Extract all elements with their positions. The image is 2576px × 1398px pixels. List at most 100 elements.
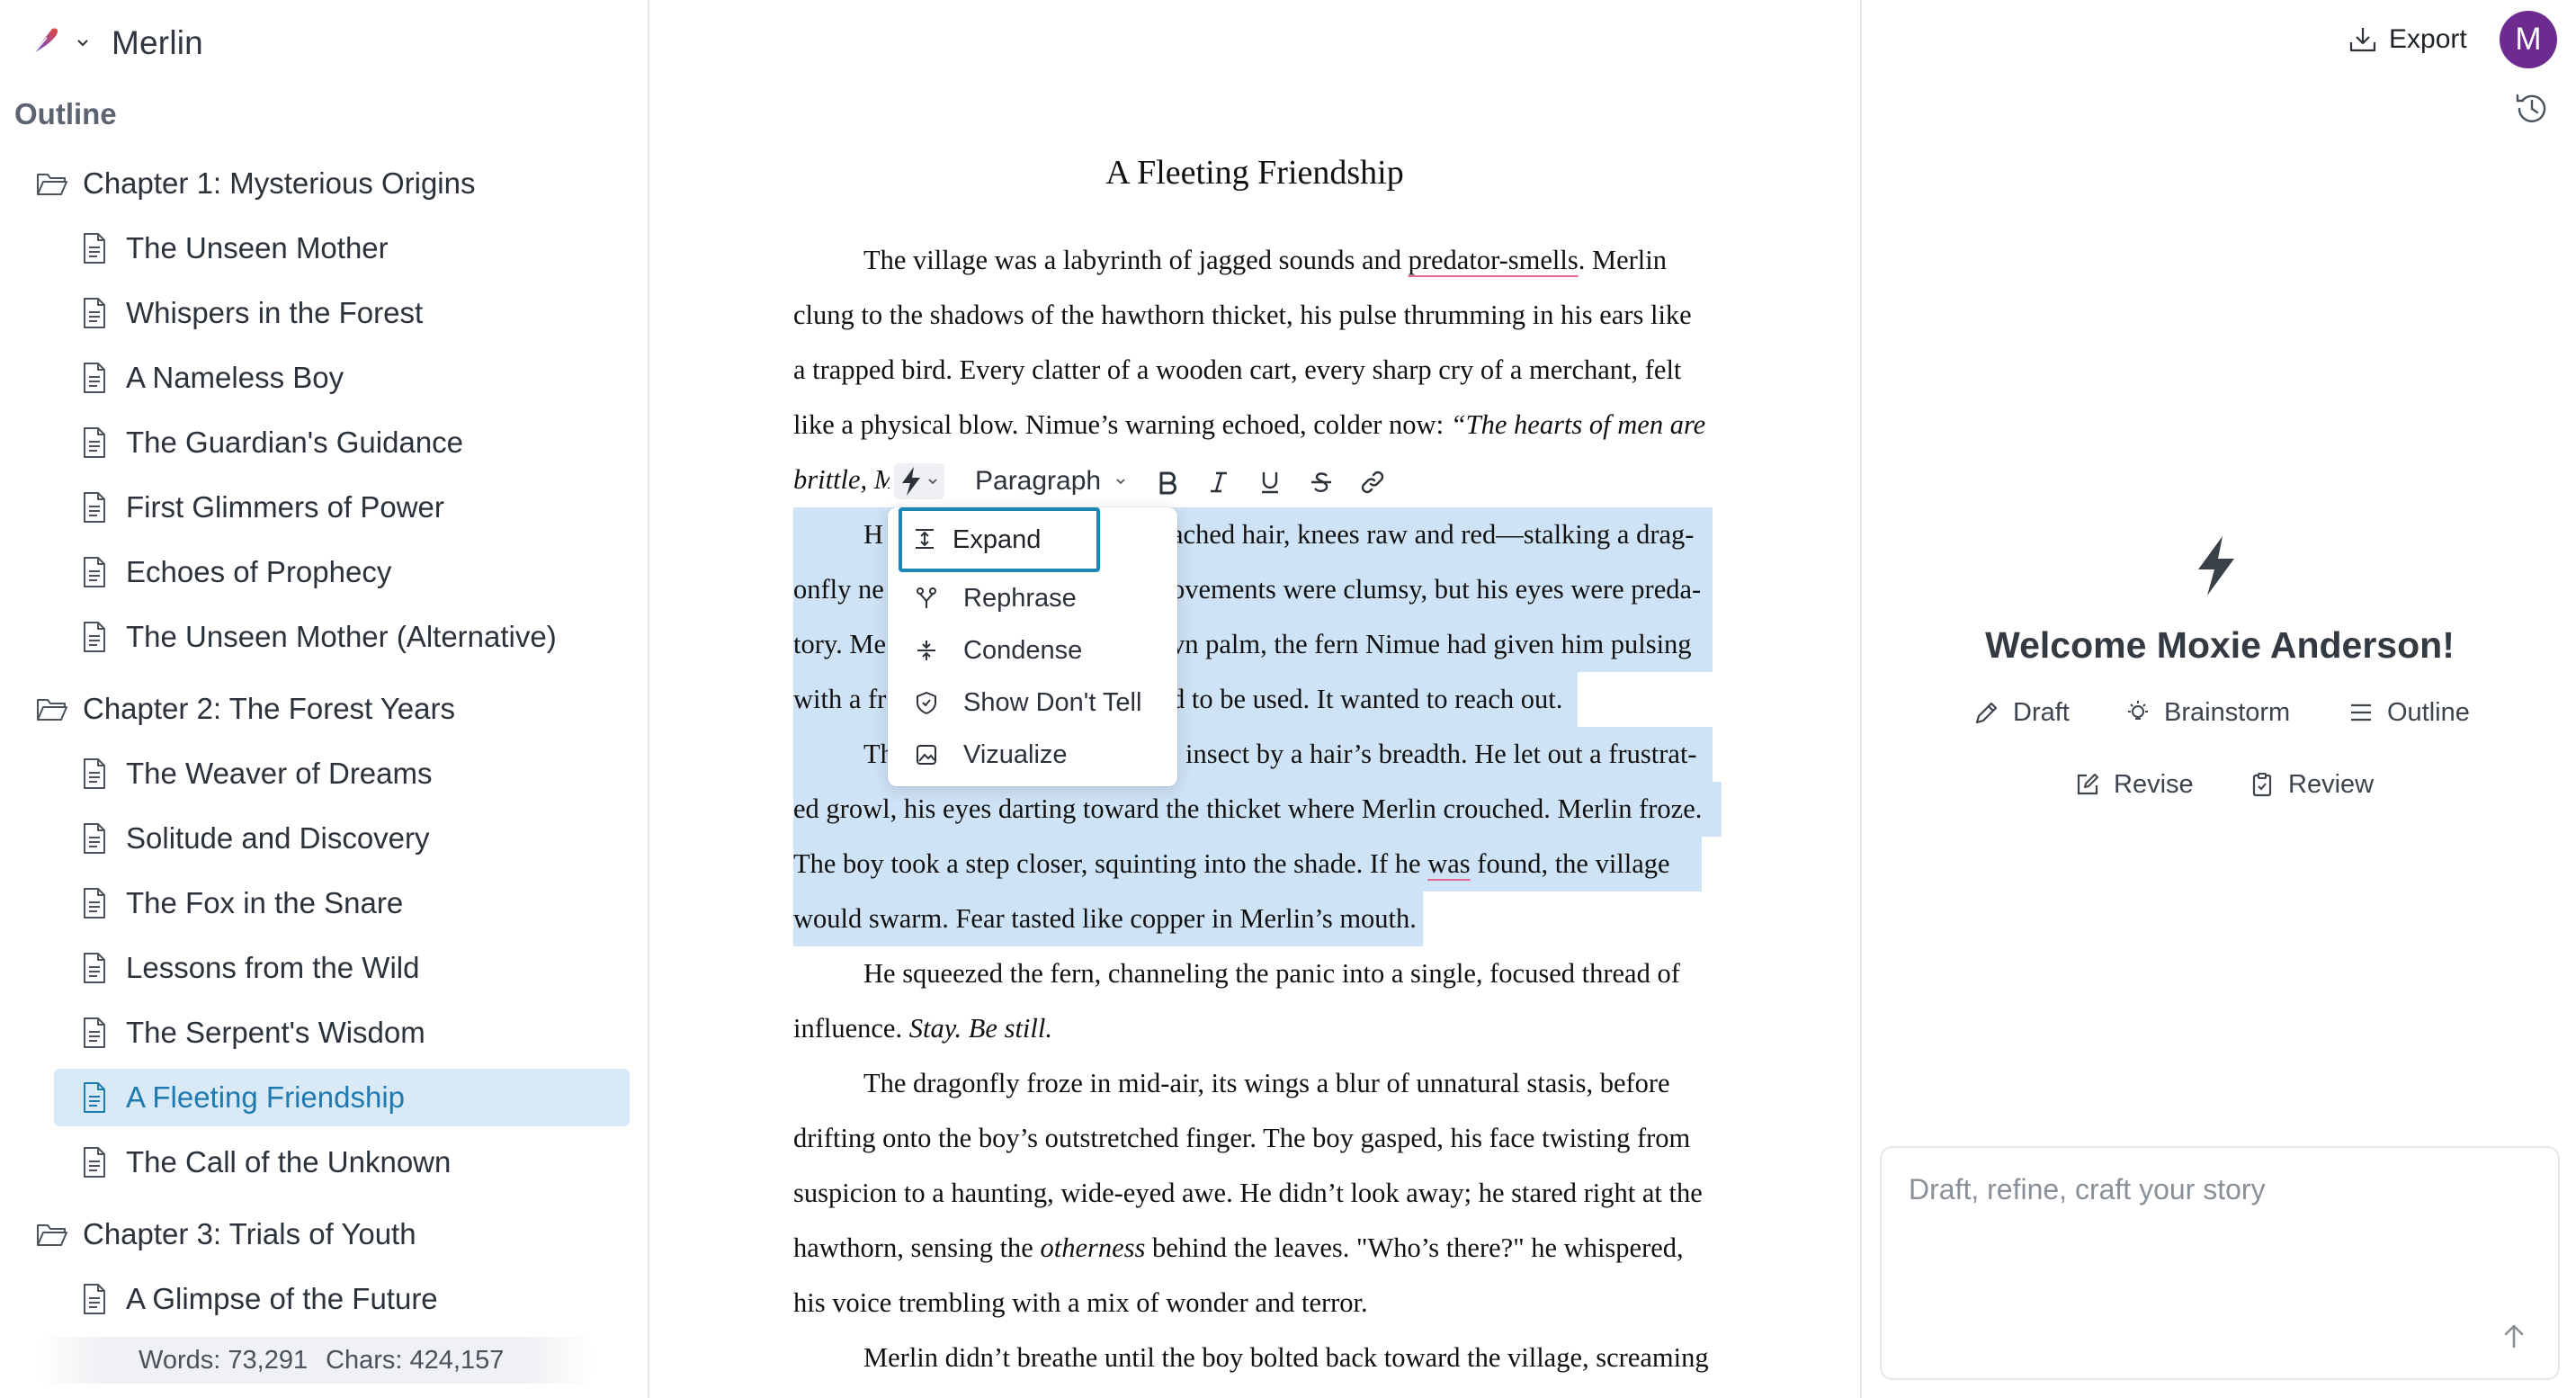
lightning-icon [2198,536,2234,596]
text-line[interactable]: The dragonfly froze in mid-air, its wing… [863,1056,1670,1111]
mode-brainstorm-button[interactable]: Brainstorm [2124,693,2290,732]
scene-item[interactable]: First Glimmers of Power [0,479,649,536]
text-line[interactable]: Merlin didn’t breathe until the boy bolt… [863,1331,1709,1385]
scene-item[interactable]: The Unseen Mother (Alternative) [0,608,649,666]
folder-open-icon [37,1224,67,1246]
text-line[interactable]: like a physical blow. Nimue’s warning ec… [793,398,1705,453]
text-line[interactable]: a trapped bird. Every clatter of a woode… [793,343,1681,398]
condense-icon [917,641,935,660]
menu-item-show-dont-tell[interactable]: Show Don't Tell [900,677,1165,729]
scene-title: Solitude and Discovery [126,821,430,855]
format-toolbar: Paragraph [890,456,1393,506]
text-line[interactable]: The village was a labyrinth of jagged so… [863,233,1667,288]
scene-item[interactable]: Echoes of Prophecy [0,543,649,601]
mode-review-button[interactable]: Review [2249,765,2374,804]
block-type-select[interactable]: Paragraph [975,463,1128,499]
mode-draft-button[interactable]: Draft [1973,693,2070,732]
user-avatar[interactable]: M [2500,11,2557,68]
document-icon [84,953,105,983]
text-line[interactable]: his voice trembling with a mix of wonder… [793,1276,1368,1331]
text-run: vn palm, the fern Nimue had given him pu… [1171,629,1692,659]
scene-title: Echoes of Prophecy [126,555,392,588]
underline-icon [1262,472,1278,494]
text-line[interactable]: clung to the shadows of the hawthorn thi… [793,288,1692,343]
text-line[interactable]: suspicion to a haunting, wide-eyed awe. … [793,1166,1703,1221]
document-icon [84,1284,105,1314]
text-line[interactable]: brittle, M [793,453,897,507]
expand-icon [916,529,934,549]
strikethrough-button[interactable] [1305,466,1337,498]
selected-line[interactable]: would swarm. Fear tasted like copper in … [793,892,1423,946]
download-icon [2349,28,2376,52]
prompt-input[interactable] [1909,1173,2520,1206]
text-run: ached hair, knees raw and red—stalking a… [1171,519,1695,550]
scene-item[interactable]: Whispers in the Forest [0,284,649,342]
editor-pane[interactable]: A Fleeting Friendship The village was a … [651,0,1858,1398]
scene-item-active[interactable]: A Fleeting Friendship [0,1069,649,1126]
scene-item[interactable]: The Call of the Unknown [0,1134,649,1191]
export-button[interactable]: Export [2348,18,2467,61]
italic-run: “The hearts of men are [1450,409,1706,440]
mode-label: Outline [2387,697,2470,727]
export-label: Export [2389,24,2467,54]
menu-item-vizualize[interactable]: Vizualize [900,729,1165,781]
document-icon [84,1147,105,1178]
document-icon [84,622,105,652]
scene-item[interactable]: A Glimpse of the Future [0,1270,649,1328]
folder-open-icon [37,174,67,195]
scene-title: The Guardian's Guidance [126,426,464,459]
text-line[interactable]: He squeezed the fern, channeling the pan… [863,946,1680,1001]
scene-item[interactable]: The Serpent's Wisdom [0,1004,649,1062]
menu-item-condense[interactable]: Condense [900,624,1165,677]
image-icon [917,745,936,765]
selected-line[interactable]: ed growl, his eyes darting toward the th… [793,782,1722,837]
selected-line[interactable]: The boy took a step closer, squinting in… [793,837,1702,892]
mode-outline-button[interactable]: Outline [2348,693,2470,732]
chevron-down-icon[interactable] [74,34,92,52]
menu-item-label: Condense [963,635,1083,665]
edit-square-icon [2077,774,2098,795]
scene-item[interactable]: The Guardian's Guidance [0,414,649,471]
italic-run: otherness [1040,1232,1146,1263]
scene-item[interactable]: The Weaver of Dreams [0,745,649,802]
send-button[interactable] [2493,1315,2535,1357]
app-brand[interactable]: Merlin [20,16,203,70]
chapter-item[interactable]: Chapter 1: Mysterious Origins [0,155,649,212]
word-count: Words: 73,291 [139,1345,309,1375]
history-icon[interactable] [2513,90,2551,128]
text-run: with a fr [793,684,887,714]
italic-button[interactable] [1203,466,1235,498]
shield-icon [917,692,936,714]
ai-actions-button[interactable] [894,463,944,499]
underline-button[interactable] [1254,466,1286,498]
app-name: Merlin [112,24,203,61]
mode-revise-button[interactable]: Revise [2074,765,2194,804]
document-title[interactable]: A Fleeting Friendship [651,153,1858,193]
text-run: onfly ne [793,574,884,605]
scene-item[interactable]: The Fox in the Snare [0,874,649,932]
text-line[interactable]: drifting onto the boy’s outstretched fin… [793,1111,1690,1166]
mode-label: Draft [2013,697,2070,727]
spellcheck-word[interactable]: was [1427,848,1470,879]
scene-item[interactable]: The Unseen Mother [0,220,649,277]
scene-item[interactable]: Solitude and Discovery [0,810,649,867]
text-run: influence. [793,1013,909,1044]
menu-item-expand[interactable]: Expand [899,507,1100,572]
scene-item[interactable]: Lessons from the Wild [0,939,649,997]
link-button[interactable] [1356,466,1389,498]
chevron-down-icon [1116,479,1125,485]
chapter-item[interactable]: Chapter 3: Trials of Youth [0,1205,649,1263]
mode-label: Brainstorm [2164,697,2291,727]
text-run: like a physical blow. Nimue’s warning ec… [793,409,1451,440]
bold-button[interactable] [1151,466,1184,498]
chapter-item[interactable]: Chapter 2: The Forest Years [0,680,649,738]
menu-item-rephrase[interactable]: Rephrase [900,572,1165,624]
text-line[interactable]: influence. Stay. Be still. [793,1001,1052,1056]
scene-title: The Call of the Unknown [126,1145,452,1178]
italic-run: Stay. Be still. [908,1013,1052,1044]
document-icon [84,1082,105,1113]
spellcheck-word[interactable]: predator-smells [1409,245,1579,275]
text-line[interactable]: hawthorn, sensing the otherness behind t… [793,1221,1684,1276]
scene-item[interactable]: A Nameless Boy [0,349,649,407]
assistant-panel: Export M Welcome Moxie Anderson! Draft B… [1860,0,2576,1398]
